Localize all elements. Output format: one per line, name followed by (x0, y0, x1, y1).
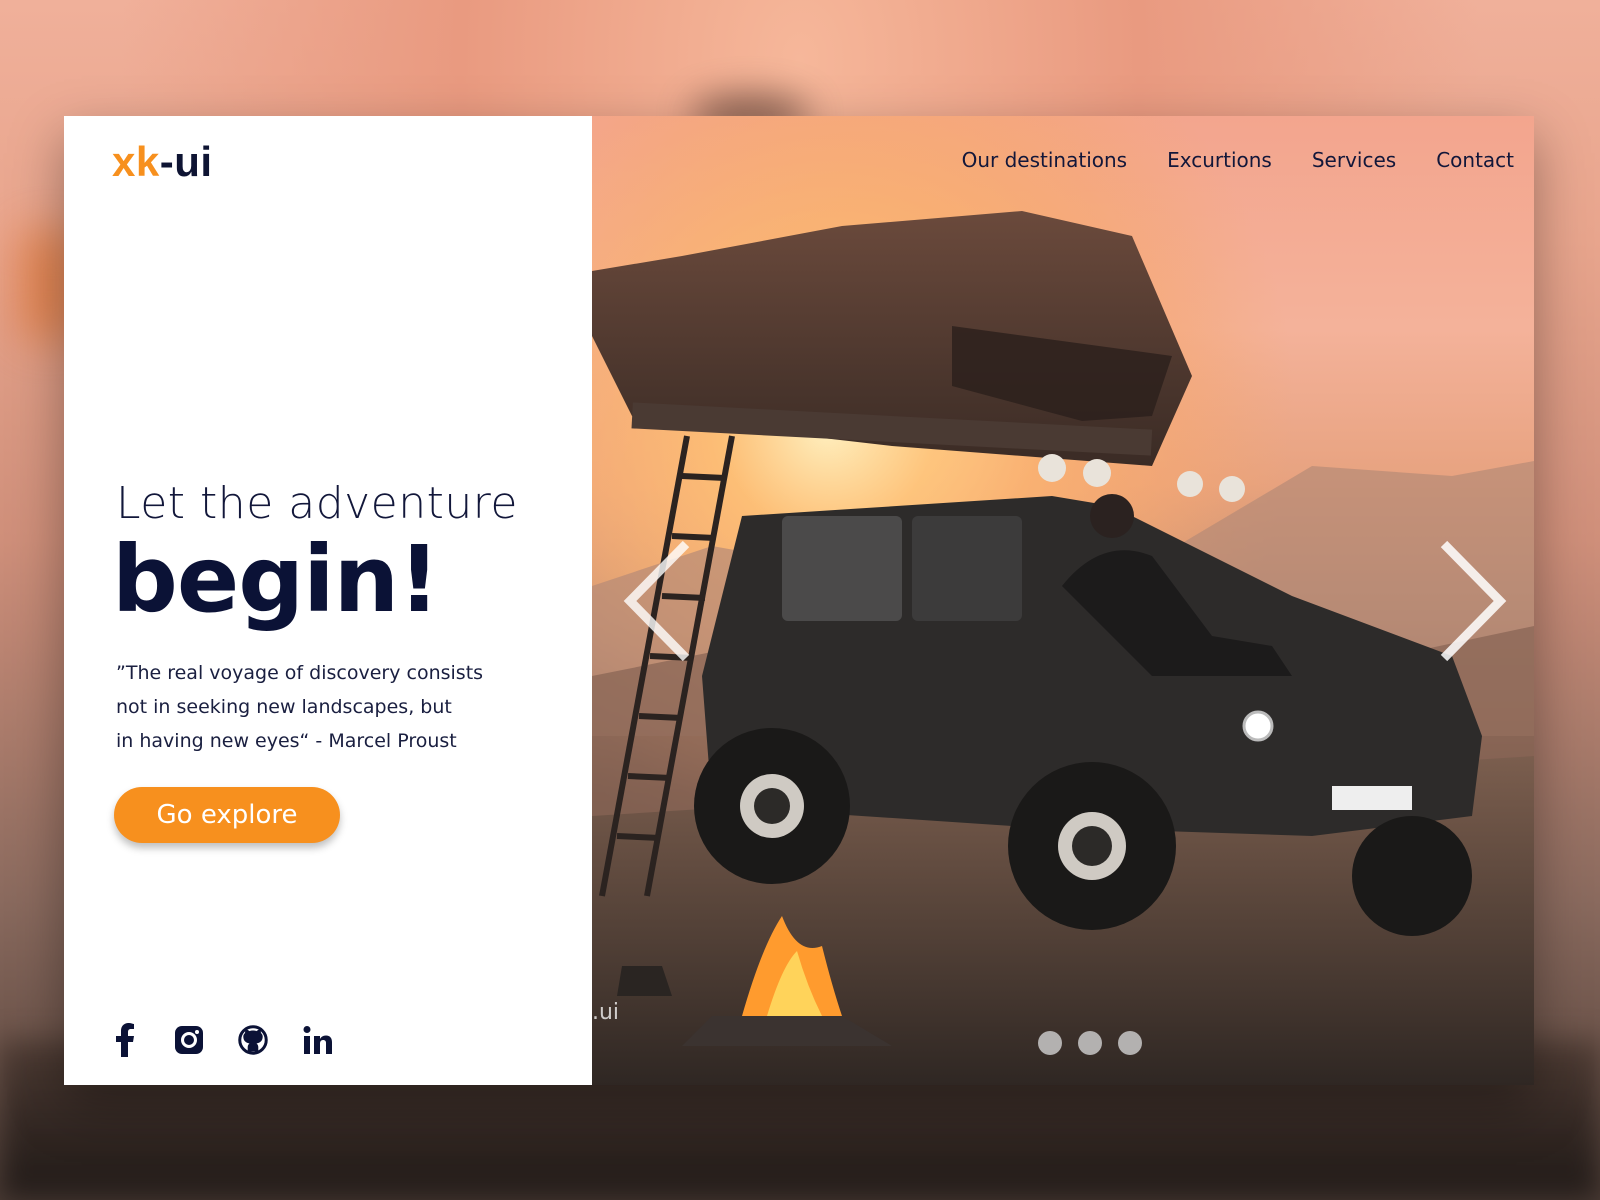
next-slide-button[interactable] (1434, 536, 1514, 666)
watermark-text: .ui (592, 1000, 620, 1025)
chevron-right-icon (1440, 540, 1507, 662)
person-head (1090, 494, 1134, 538)
previous-slide-button[interactable] (616, 536, 696, 666)
wheel (694, 728, 850, 884)
vehicle-window (912, 516, 1022, 621)
main-nav: Our destinations Excurtions Services Con… (962, 148, 1514, 172)
facebook-icon[interactable] (110, 1023, 140, 1057)
left-panel: xk-ui Let the adventure begin! ”The real… (64, 116, 592, 1085)
carousel-dot[interactable] (1078, 1031, 1102, 1055)
license-plate (1332, 786, 1412, 810)
hero-scene (592, 116, 1534, 1085)
linkedin-icon[interactable] (302, 1023, 332, 1057)
carousel-dot[interactable] (1038, 1031, 1062, 1055)
headline-line-1: Let the adventure (116, 478, 518, 529)
roof-light (1083, 459, 1111, 487)
quote-line: not in seeking new landscapes, but (116, 696, 452, 718)
logo-accent: xk (112, 138, 160, 185)
carousel-dots (1038, 1031, 1142, 1055)
github-icon[interactable] (238, 1023, 268, 1057)
nav-our-destinations[interactable]: Our destinations (962, 148, 1127, 172)
headline-line-2: begin! (112, 526, 440, 633)
go-explore-button[interactable]: Go explore (114, 787, 340, 843)
social-links (110, 1023, 332, 1057)
instagram-icon[interactable] (174, 1023, 204, 1057)
hero-image: .ui Our destinations Excurtions Services… (592, 116, 1534, 1085)
landing-card: xk-ui Let the adventure begin! ”The real… (64, 116, 1534, 1085)
brand-logo[interactable]: xk-ui (112, 138, 213, 186)
wheel (1352, 816, 1472, 936)
vehicle-window (782, 516, 902, 621)
nav-contact[interactable]: Contact (1436, 148, 1514, 172)
roof-light (1219, 476, 1245, 502)
logo-rest: -ui (159, 138, 213, 185)
carousel-dot[interactable] (1118, 1031, 1142, 1055)
roof-light (1177, 471, 1203, 497)
nav-services[interactable]: Services (1312, 148, 1396, 172)
quote: ”The real voyage of discovery consists n… (116, 656, 496, 758)
roof-light (1038, 454, 1066, 482)
wheel (1008, 762, 1176, 930)
chevron-left-icon (623, 540, 690, 662)
headlight (1242, 710, 1274, 742)
nav-excurtions[interactable]: Excurtions (1167, 148, 1272, 172)
quote-line: ”The real voyage of discovery consists (116, 662, 484, 684)
quote-line: in having new eyes“ - Marcel Proust (116, 730, 457, 752)
